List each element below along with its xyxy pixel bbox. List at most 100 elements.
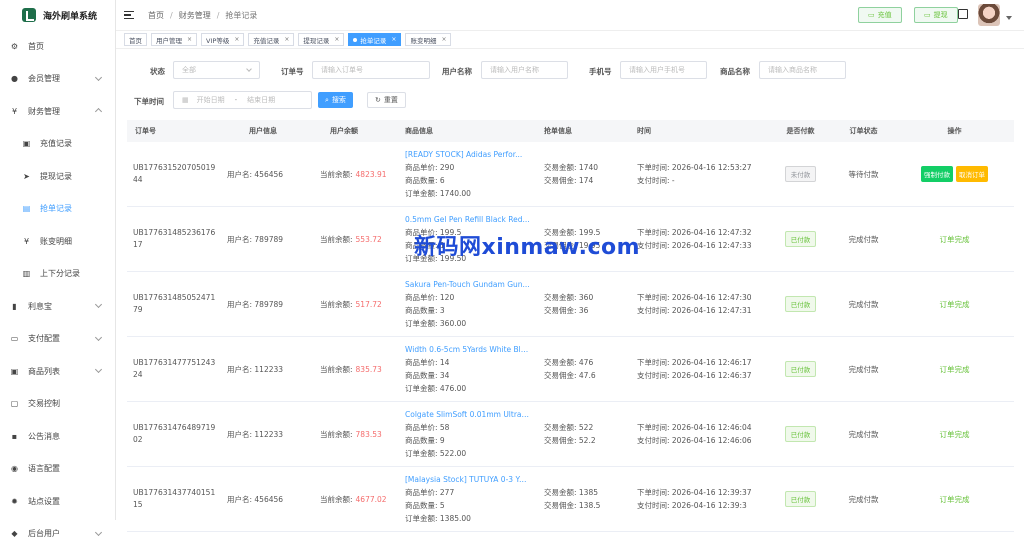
order-id: UB17763143774015115 [127, 487, 219, 511]
goods-title-link[interactable]: Sakura Pen-Touch Gundam Gun... [405, 278, 530, 291]
sidebar-item-label: 后台用户 [28, 528, 60, 539]
order-amount: 订单金额: 476.00 [405, 382, 544, 395]
close-icon[interactable]: × [391, 36, 396, 43]
payment-badge: 已付款 [785, 426, 817, 442]
balance-cell: 当前余额:835.73 [312, 364, 405, 375]
sidebar-item[interactable]: ▥ 上下分记录 [0, 258, 115, 291]
goods-input[interactable]: 请输入商品名称 [759, 61, 846, 79]
breadcrumb: 首页/财务管理/抢单记录 [148, 10, 257, 21]
time-info: 下单时间: 2026-04-16 12:47:32支付时间: 2026-04-1… [637, 226, 769, 252]
breadcrumb-item[interactable]: 首页 [148, 11, 164, 20]
sidebar-item[interactable]: ▮利息宝 [0, 290, 115, 323]
force-pay-button[interactable]: 强制付款 [921, 166, 953, 182]
tab[interactable]: 抢单记录 × [348, 33, 401, 46]
app-title: 海外刷单系统 [43, 9, 97, 22]
order-id: UB17763148523617617 [127, 227, 219, 251]
sidebar-item[interactable]: ●会员管理 [0, 63, 115, 96]
sidebar-item[interactable]: ▢交易控制 [0, 388, 115, 421]
order-amount: 订单金额: 1740.00 [405, 187, 544, 200]
sidebar-item-label: 上下分记录 [40, 268, 80, 279]
order-complete-text: 订单完成 [940, 430, 970, 439]
sidebar-item[interactable]: ▪公告消息 [0, 420, 115, 453]
trade-amount: 交易金额: 360 [544, 291, 637, 304]
column-header: 商品信息 [405, 125, 544, 138]
quantity: 商品数量: 34 [405, 369, 544, 382]
tab[interactable]: 首页 [124, 33, 147, 46]
goods-title-link[interactable]: Width 0.6-5cm 5Yards White Bla... [405, 343, 530, 356]
order-id: UB17763148505247179 [127, 292, 219, 316]
reset-button[interactable]: ↻重置 [367, 92, 406, 108]
order-id: UB17763147775124324 [127, 357, 219, 381]
payment-badge: 已付款 [785, 231, 817, 247]
sidebar-item[interactable]: ▭支付配置 [0, 323, 115, 356]
search-button[interactable]: ⌕搜索 [318, 92, 353, 108]
order-status: 完成付款 [832, 299, 895, 310]
sidebar-menu: ⚙首页●会员管理¥财务管理▣充值记录➤提现记录▤抢单记录¥账变明细▥上下分记录▮… [0, 30, 115, 550]
close-icon[interactable]: × [334, 36, 339, 43]
sidebar-item[interactable]: ▤抢单记录 [0, 193, 115, 226]
tab[interactable]: 账变明细 × [405, 33, 451, 46]
balance-label: 当前余额: [320, 495, 353, 504]
hamburger-icon[interactable] [124, 11, 134, 19]
sidebar-item[interactable]: ✹站点设置 [0, 485, 115, 518]
grab-info: 交易金额: 522交易佣金: 52.2 [544, 421, 637, 447]
tab[interactable]: 用户管理× [151, 33, 197, 46]
app-logo[interactable]: 海外刷单系统 [0, 0, 115, 30]
goods-info: [Malaysia Stock] TUTUYA 0-3 Ye...商品单价: 2… [405, 473, 544, 525]
order-complete-text: 订单完成 [940, 235, 970, 244]
sidebar-item[interactable]: ◆后台用户 [0, 518, 115, 550]
chevron-down-icon[interactable] [1006, 16, 1012, 20]
document-icon: ▥ [22, 269, 31, 278]
sidebar-item[interactable]: ¥账变明细 [0, 225, 115, 258]
close-icon[interactable]: × [284, 36, 289, 43]
sidebar-item[interactable]: ⚙首页 [0, 30, 115, 63]
balance-value: 4677.02 [356, 495, 387, 504]
status-select[interactable]: 全部 [173, 61, 260, 79]
recharge-button[interactable]: ▭充值 [858, 7, 902, 23]
book-icon: ▤ [22, 204, 31, 213]
sidebar-item[interactable]: ➤提现记录 [0, 160, 115, 193]
tab[interactable]: VIP等级× [201, 33, 244, 46]
sidebar-item[interactable]: ¥财务管理 [0, 95, 115, 128]
goods-title-link[interactable]: Colgate SlimSoft 0.01mm Ultra ... [405, 408, 530, 421]
sidebar-item[interactable]: ▣充值记录 [0, 128, 115, 161]
sidebar-item-label: 交易控制 [28, 398, 60, 409]
refresh-icon: ↻ [375, 96, 381, 104]
payment-cell: 未付款 [769, 166, 832, 182]
sidebar-item[interactable]: ◉语言配置 [0, 453, 115, 486]
goods-title-link[interactable]: [READY STOCK] Adidas Perfor... [405, 148, 530, 161]
username-input[interactable]: 请输入用户名称 [481, 61, 568, 79]
time-info: 下单时间: 2026-04-16 12:46:17支付时间: 2026-04-1… [637, 356, 769, 382]
tab[interactable]: 充值记录× [248, 33, 294, 46]
close-icon[interactable]: × [187, 36, 192, 43]
avatar[interactable] [978, 4, 1000, 26]
close-icon[interactable]: × [234, 36, 239, 43]
tab-label: 账变明细 [410, 35, 436, 45]
withdraw-button[interactable]: ▭提现 [914, 7, 958, 23]
active-dot-icon [353, 38, 357, 42]
sidebar-item[interactable]: ▣商品列表 [0, 355, 115, 388]
goods-title-link[interactable]: [Malaysia Stock] TUTUYA 0-3 Ye... [405, 473, 530, 486]
tab[interactable]: 提现记录× [298, 33, 344, 46]
date-range-picker[interactable]: ▦开始日期-结束日期 [173, 91, 312, 109]
tab-label: 抢单记录 [360, 35, 386, 45]
yen-icon: ¥ [10, 107, 19, 116]
goods-info: [READY STOCK] Adidas Perfor...商品单价: 290商… [405, 148, 544, 200]
phone-input[interactable]: 请输入用户手机号 [620, 61, 707, 79]
goods-title-link[interactable]: 0.5mm Gel Pen Refill Black Red... [405, 213, 530, 226]
tags-view: 首页用户管理× VIP等级× 充值记录× 提现记录× 抢单记录 × 账变明细 × [116, 30, 1024, 49]
close-icon[interactable]: × [441, 36, 446, 43]
gear-icon: ✹ [10, 497, 19, 506]
fullscreen-icon[interactable] [958, 9, 968, 19]
order-input[interactable]: 请输入订单号 [312, 61, 430, 79]
cancel-order-button[interactable]: 取消订单 [956, 166, 988, 182]
chevron-down-icon [95, 73, 102, 80]
commission: 交易佣金: 47.6 [544, 369, 637, 382]
order-time: 下单时间: 2026-04-16 12:46:17 [637, 356, 769, 369]
grab-info: 交易金额: 1740交易佣金: 174 [544, 161, 637, 187]
grab-info: 交易金额: 1385交易佣金: 138.5 [544, 486, 637, 512]
order-time: 下单时间: 2026-04-16 12:46:04 [637, 421, 769, 434]
sidebar-item-label: 账变明细 [40, 236, 72, 247]
cart-icon: ▣ [22, 139, 31, 148]
balance-cell: 当前余额:517.72 [312, 299, 405, 310]
